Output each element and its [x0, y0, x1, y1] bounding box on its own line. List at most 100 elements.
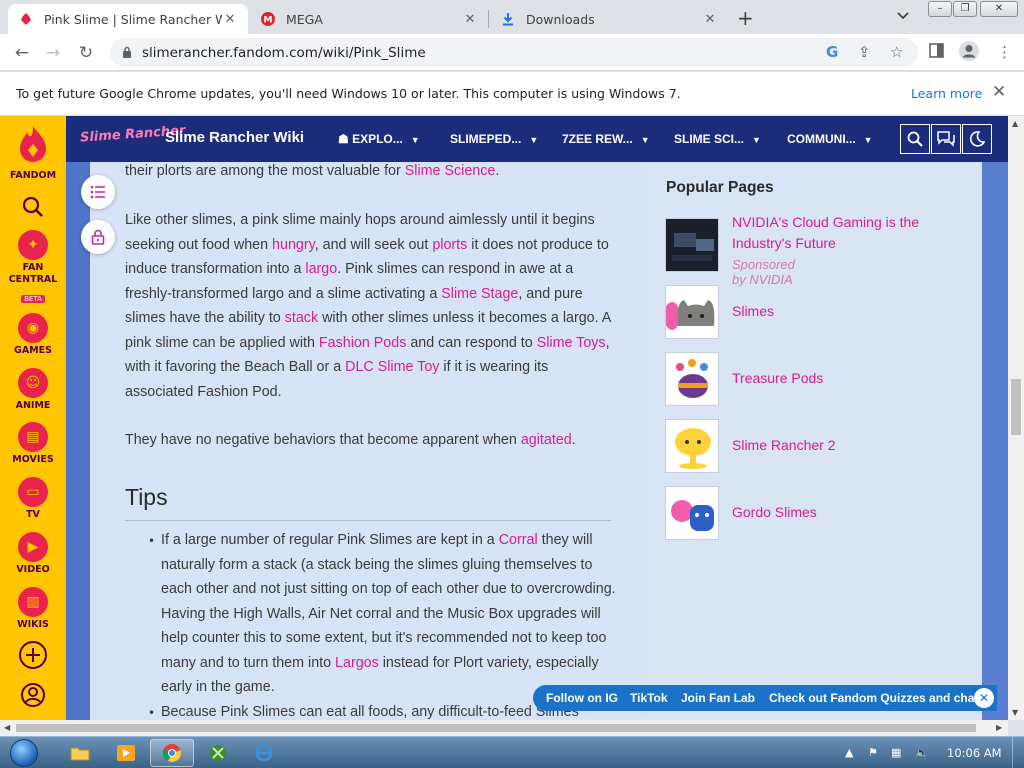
- discussions-icon: [937, 131, 955, 147]
- nav-slimepedia[interactable]: SLIMEPED... ▼: [450, 132, 538, 146]
- scroll-right-icon[interactable]: ▶: [996, 723, 1002, 732]
- close-infobar-icon[interactable]: ✕: [992, 82, 1006, 102]
- horizontal-scrollbar[interactable]: ◀ ▶: [0, 720, 1008, 736]
- address-bar[interactable]: slimerancher.fandom.com/wiki/Pink_Slime …: [110, 38, 918, 67]
- taskbar-explorer[interactable]: [58, 739, 102, 767]
- anime-icon: ☺: [18, 368, 48, 398]
- close-tab-icon[interactable]: ✕: [702, 12, 718, 27]
- back-button[interactable]: ←: [11, 42, 33, 64]
- scroll-up-icon[interactable]: ▲: [1012, 119, 1018, 128]
- popular-page-label[interactable]: NVIDIA's Cloud Gaming is the Industry's …: [732, 212, 947, 254]
- vertical-scroll-thumb[interactable]: [1011, 379, 1021, 435]
- gamepad-icon: ◉: [18, 313, 48, 343]
- popular-page-label[interactable]: Treasure Pods: [732, 368, 823, 389]
- bookmark-star-icon[interactable]: ☆: [890, 43, 903, 61]
- link-dlc-slime-toy[interactable]: DLC Slime Toy: [345, 359, 439, 375]
- link-plorts[interactable]: plorts: [432, 237, 467, 253]
- wiki-name[interactable]: Slime Rancher Wiki: [165, 129, 304, 146]
- forward-button[interactable]: →: [42, 42, 64, 64]
- promo-join-fan-lab[interactable]: Join Fan Lab: [681, 691, 755, 705]
- tab-downloads[interactable]: Downloads ✕: [490, 4, 728, 34]
- taskbar-clock[interactable]: 10:06 AM: [947, 746, 1002, 760]
- action-center-icon[interactable]: ⚑: [868, 746, 878, 759]
- learn-more-link[interactable]: Learn more: [911, 86, 982, 101]
- volume-icon[interactable]: 🔈: [915, 746, 929, 759]
- promo-follow-ig[interactable]: Follow on IG: [546, 691, 618, 705]
- fandom-promo-bar: Follow on IG TikTok Join Fan Lab Check o…: [533, 685, 997, 711]
- link-slime-stage[interactable]: Slime Stage: [441, 286, 518, 302]
- rail-tv[interactable]: ▭ TV: [0, 477, 66, 521]
- table-of-contents-button[interactable]: [81, 175, 115, 209]
- reload-button[interactable]: ↻: [75, 42, 97, 64]
- taskbar-media-player[interactable]: [104, 739, 148, 767]
- close-tab-icon[interactable]: ✕: [462, 12, 478, 27]
- browser-toolbar: ← → ↻ slimerancher.fandom.com/wiki/Pink_…: [0, 34, 1024, 71]
- url-text[interactable]: slimerancher.fandom.com/wiki/Pink_Slime: [142, 45, 426, 61]
- link-stack[interactable]: stack: [285, 310, 318, 326]
- network-icon[interactable]: ▦: [891, 746, 901, 759]
- link-agitated[interactable]: agitated: [521, 432, 572, 448]
- close-tab-icon[interactable]: ✕: [222, 12, 238, 27]
- tab-search-button[interactable]: [897, 9, 909, 23]
- vertical-scrollbar[interactable]: ▲ ▼: [1008, 116, 1024, 720]
- show-hidden-icons-icon[interactable]: ▲: [845, 746, 853, 759]
- rail-fandom[interactable]: FANDOM: [0, 124, 66, 182]
- close-window-button[interactable]: ✕: [980, 1, 1018, 17]
- link-largos[interactable]: Largos: [335, 655, 379, 671]
- nav-7zee-rewards[interactable]: 7ZEE REW... ▼: [562, 132, 650, 146]
- show-desktop-button[interactable]: [1012, 737, 1024, 768]
- page-protection-button[interactable]: [81, 220, 115, 254]
- scroll-down-icon[interactable]: ▼: [1012, 708, 1018, 717]
- profile-avatar[interactable]: [959, 41, 979, 65]
- wiki-search-button[interactable]: [900, 124, 930, 154]
- popular-pages-title: Popular Pages: [666, 179, 774, 196]
- restore-button[interactable]: ❐: [953, 1, 977, 17]
- rail-movies[interactable]: ▤ MOVIES: [0, 422, 66, 466]
- thumbnail-image: [665, 419, 719, 473]
- rail-anime[interactable]: ☺ ANIME: [0, 368, 66, 412]
- taskbar-internet-explorer[interactable]: [242, 739, 286, 767]
- promo-fandom-quizzes[interactable]: Check out Fandom Quizzes and cha: [769, 691, 974, 705]
- popular-page-label[interactable]: Gordo Slimes: [732, 502, 817, 523]
- tab-mega[interactable]: M MEGA ✕: [250, 4, 488, 34]
- link-fashion-pods[interactable]: Fashion Pods: [319, 335, 406, 351]
- google-lens-icon[interactable]: G: [826, 43, 838, 61]
- rail-add[interactable]: [0, 640, 66, 674]
- promo-close-icon[interactable]: ✕: [974, 688, 994, 708]
- taskbar-xbox[interactable]: [196, 739, 240, 767]
- rail-video[interactable]: ▶ VIDEO: [0, 532, 66, 576]
- thumbnail-image: [665, 218, 719, 272]
- movies-icon: ▤: [18, 422, 48, 452]
- rail-search[interactable]: [0, 196, 66, 222]
- minimize-button[interactable]: –: [928, 1, 952, 17]
- tips-heading: Tips: [125, 484, 168, 510]
- share-icon[interactable]: ⇪: [858, 43, 871, 61]
- rail-wikis[interactable]: ▥ WIKIS: [0, 587, 66, 631]
- nav-community[interactable]: COMMUNI... ▼: [787, 132, 873, 146]
- rail-fan-central[interactable]: ✦ FAN CENTRAL BETA: [0, 230, 66, 305]
- discussions-button[interactable]: [931, 124, 961, 154]
- link-largo[interactable]: largo: [305, 261, 337, 277]
- theme-toggle-button[interactable]: [962, 124, 992, 154]
- lock-icon[interactable]: [122, 46, 132, 58]
- nav-explore[interactable]: ☗ EXPLO... ▼: [338, 132, 420, 146]
- scroll-left-icon[interactable]: ◀: [4, 723, 10, 732]
- rail-games[interactable]: ◉ GAMES: [0, 313, 66, 357]
- menu-kebab-icon[interactable]: ⋮: [997, 43, 1012, 61]
- nav-slime-science[interactable]: SLIME SCI... ▼: [674, 132, 761, 146]
- new-tab-button[interactable]: +: [737, 6, 754, 30]
- start-button[interactable]: [6, 737, 42, 768]
- taskbar-chrome[interactable]: [150, 739, 194, 767]
- horizontal-scroll-thumb[interactable]: [16, 724, 976, 732]
- link-slime-toys[interactable]: Slime Toys: [537, 335, 606, 351]
- side-panel-icon[interactable]: [929, 43, 944, 62]
- promo-tiktok[interactable]: TikTok: [630, 691, 668, 705]
- link-corral[interactable]: Corral: [499, 532, 538, 548]
- popular-page-label[interactable]: Slime Rancher 2: [732, 435, 836, 456]
- popular-page-label[interactable]: Slimes: [732, 301, 774, 322]
- wikis-icon: ▥: [18, 587, 48, 617]
- tab-pink-slime[interactable]: Pink Slime | Slime Rancher Wiki | ✕: [8, 4, 248, 34]
- link-slime-science[interactable]: Slime Science: [405, 163, 496, 179]
- link-hungry[interactable]: hungry: [272, 237, 315, 253]
- rail-user[interactable]: [0, 682, 66, 712]
